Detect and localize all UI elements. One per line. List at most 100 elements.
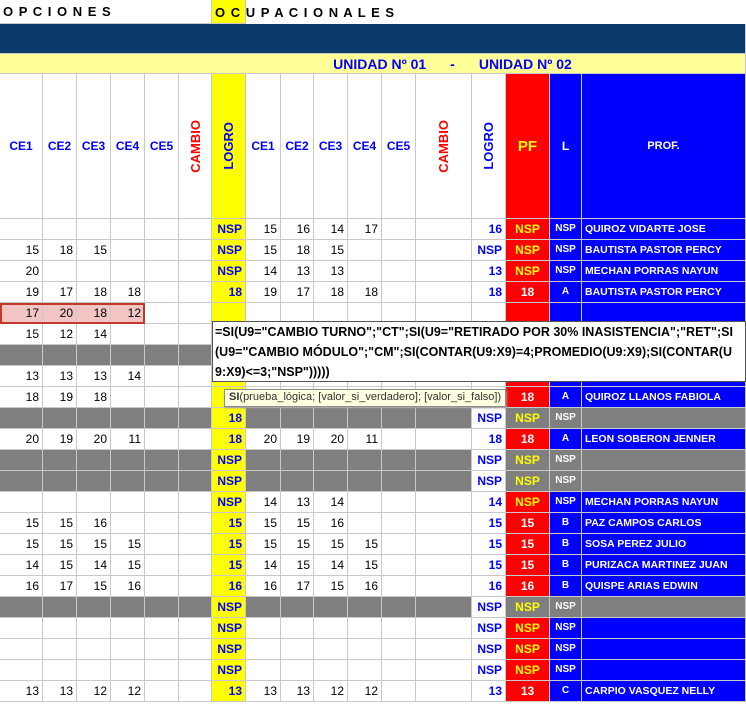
grid-cell[interactable]	[179, 429, 212, 450]
grid-cell[interactable]	[111, 219, 145, 240]
grid-cell[interactable]	[145, 408, 179, 429]
grid-cell[interactable]	[77, 618, 111, 639]
grid-cell[interactable]: 12	[43, 324, 77, 345]
grid-cell[interactable]: 16	[506, 576, 550, 597]
grid-cell[interactable]	[0, 408, 43, 429]
grid-cell[interactable]: 18	[472, 282, 506, 303]
formula-text[interactable]: =SI(U9="CAMBIO TURNO";"CT";SI(U9="RETIRA…	[215, 325, 733, 379]
grid-cell[interactable]: 12	[314, 681, 348, 702]
grid-cell[interactable]: 17	[43, 282, 77, 303]
grid-cell[interactable]	[77, 408, 111, 429]
grid-cell[interactable]	[281, 450, 314, 471]
grid-cell[interactable]	[314, 639, 348, 660]
grid-cell[interactable]: 15	[314, 534, 348, 555]
grid-cell[interactable]: 13	[281, 681, 314, 702]
grid-cell[interactable]: NSP	[550, 639, 582, 660]
grid-cell[interactable]: NSP	[212, 618, 246, 639]
grid-cell[interactable]: 15	[43, 534, 77, 555]
grid-cell[interactable]: 16	[0, 576, 43, 597]
grid-cell[interactable]	[111, 660, 145, 681]
grid-cell[interactable]	[179, 366, 212, 387]
grid-cell[interactable]	[416, 471, 472, 492]
grid-cell[interactable]: 15	[314, 240, 348, 261]
grid-cell[interactable]	[281, 408, 314, 429]
grid-cell[interactable]: 19	[0, 282, 43, 303]
grid-cell[interactable]	[111, 639, 145, 660]
grid-cell[interactable]: NSP	[472, 240, 506, 261]
grid-cell[interactable]	[314, 618, 348, 639]
grid-cell[interactable]: BAUTISTA PASTOR PERCY	[582, 240, 746, 261]
grid-cell[interactable]: PAZ CAMPOS CARLOS	[582, 513, 746, 534]
grid-cell[interactable]	[416, 555, 472, 576]
grid-cell[interactable]	[582, 639, 746, 660]
grid-cell[interactable]: NSP	[472, 660, 506, 681]
grid-cell[interactable]	[179, 240, 212, 261]
grid-cell[interactable]	[416, 450, 472, 471]
grid-cell[interactable]	[145, 240, 179, 261]
grid-cell[interactable]	[43, 408, 77, 429]
grid-cell[interactable]	[416, 408, 472, 429]
grid-cell[interactable]: 15	[281, 513, 314, 534]
grid-cell[interactable]	[246, 660, 281, 681]
grid-cell[interactable]	[43, 660, 77, 681]
grid-cell[interactable]: 14	[314, 555, 348, 576]
grid-cell[interactable]	[179, 408, 212, 429]
grid-cell[interactable]: NSP	[506, 618, 550, 639]
grid-cell[interactable]: 16	[314, 513, 348, 534]
grid-cell[interactable]: NSP	[506, 219, 550, 240]
grid-cell[interactable]: 16	[348, 576, 382, 597]
grid-cell[interactable]: 17	[43, 576, 77, 597]
grid-cell[interactable]: 18	[212, 429, 246, 450]
grid-cell[interactable]: NSP	[212, 660, 246, 681]
grid-cell[interactable]	[111, 261, 145, 282]
grid-cell[interactable]	[348, 408, 382, 429]
grid-cell[interactable]: NSP	[550, 219, 582, 240]
grid-cell[interactable]: 15	[246, 534, 281, 555]
grid-cell[interactable]	[43, 639, 77, 660]
grid-cell[interactable]	[145, 492, 179, 513]
grid-cell[interactable]	[582, 408, 746, 429]
grid-cell[interactable]	[382, 219, 416, 240]
grid-cell[interactable]: NSP	[472, 471, 506, 492]
unit-dash[interactable]: -	[450, 57, 455, 71]
grid-cell[interactable]	[348, 597, 382, 618]
grid-cell[interactable]: 15	[0, 240, 43, 261]
grid-cell[interactable]: 12	[111, 303, 145, 324]
grid-cell[interactable]: 16	[212, 576, 246, 597]
grid-cell[interactable]: 15	[246, 240, 281, 261]
grid-cell[interactable]: 18	[111, 282, 145, 303]
grid-cell[interactable]: 18	[212, 282, 246, 303]
grid-cell[interactable]: A	[550, 429, 582, 450]
grid-cell[interactable]	[314, 408, 348, 429]
grid-cell[interactable]	[179, 219, 212, 240]
grid-cell[interactable]	[314, 450, 348, 471]
grid-cell[interactable]	[179, 345, 212, 366]
grid-cell[interactable]: NSP	[506, 261, 550, 282]
grid-cell[interactable]: B	[550, 576, 582, 597]
grid-cell[interactable]: LEON SOBERON JENNER	[582, 429, 746, 450]
grid-cell[interactable]	[111, 408, 145, 429]
grid-cell[interactable]: BAUTISTA PASTOR PERCY	[582, 282, 746, 303]
grid-cell[interactable]: PURIZACA MARTINEZ JUAN	[582, 555, 746, 576]
grid-cell[interactable]	[145, 282, 179, 303]
grid-cell[interactable]	[111, 597, 145, 618]
grid-cell[interactable]	[416, 429, 472, 450]
grid-cell[interactable]	[416, 492, 472, 513]
grid-cell[interactable]	[145, 450, 179, 471]
grid-cell[interactable]: 15	[472, 513, 506, 534]
grid-cell[interactable]	[416, 261, 472, 282]
grid-cell[interactable]	[582, 471, 746, 492]
grid-cell[interactable]: 11	[111, 429, 145, 450]
grid-cell[interactable]: 13	[0, 366, 43, 387]
grid-cell[interactable]	[111, 492, 145, 513]
grid-cell[interactable]	[0, 345, 43, 366]
grid-cell[interactable]: NSP	[506, 639, 550, 660]
grid-cell[interactable]	[246, 408, 281, 429]
grid-cell[interactable]	[43, 597, 77, 618]
grid-cell[interactable]	[145, 513, 179, 534]
grid-cell[interactable]	[145, 576, 179, 597]
grid-cell[interactable]	[416, 639, 472, 660]
grid-cell[interactable]: 16	[246, 576, 281, 597]
grid-cell[interactable]	[179, 639, 212, 660]
grid-cell[interactable]: 15	[314, 576, 348, 597]
